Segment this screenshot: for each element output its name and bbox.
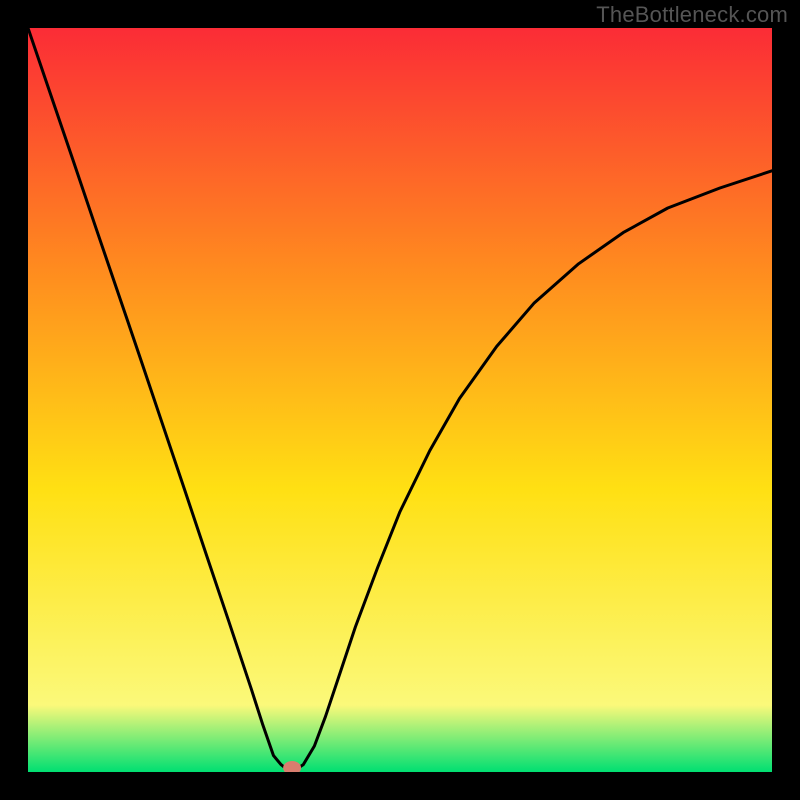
chart-frame: TheBottleneck.com bbox=[0, 0, 800, 800]
plot-background bbox=[28, 28, 772, 772]
watermark-label: TheBottleneck.com bbox=[596, 2, 788, 28]
bottleneck-chart bbox=[28, 28, 772, 772]
plot-area bbox=[28, 28, 772, 772]
